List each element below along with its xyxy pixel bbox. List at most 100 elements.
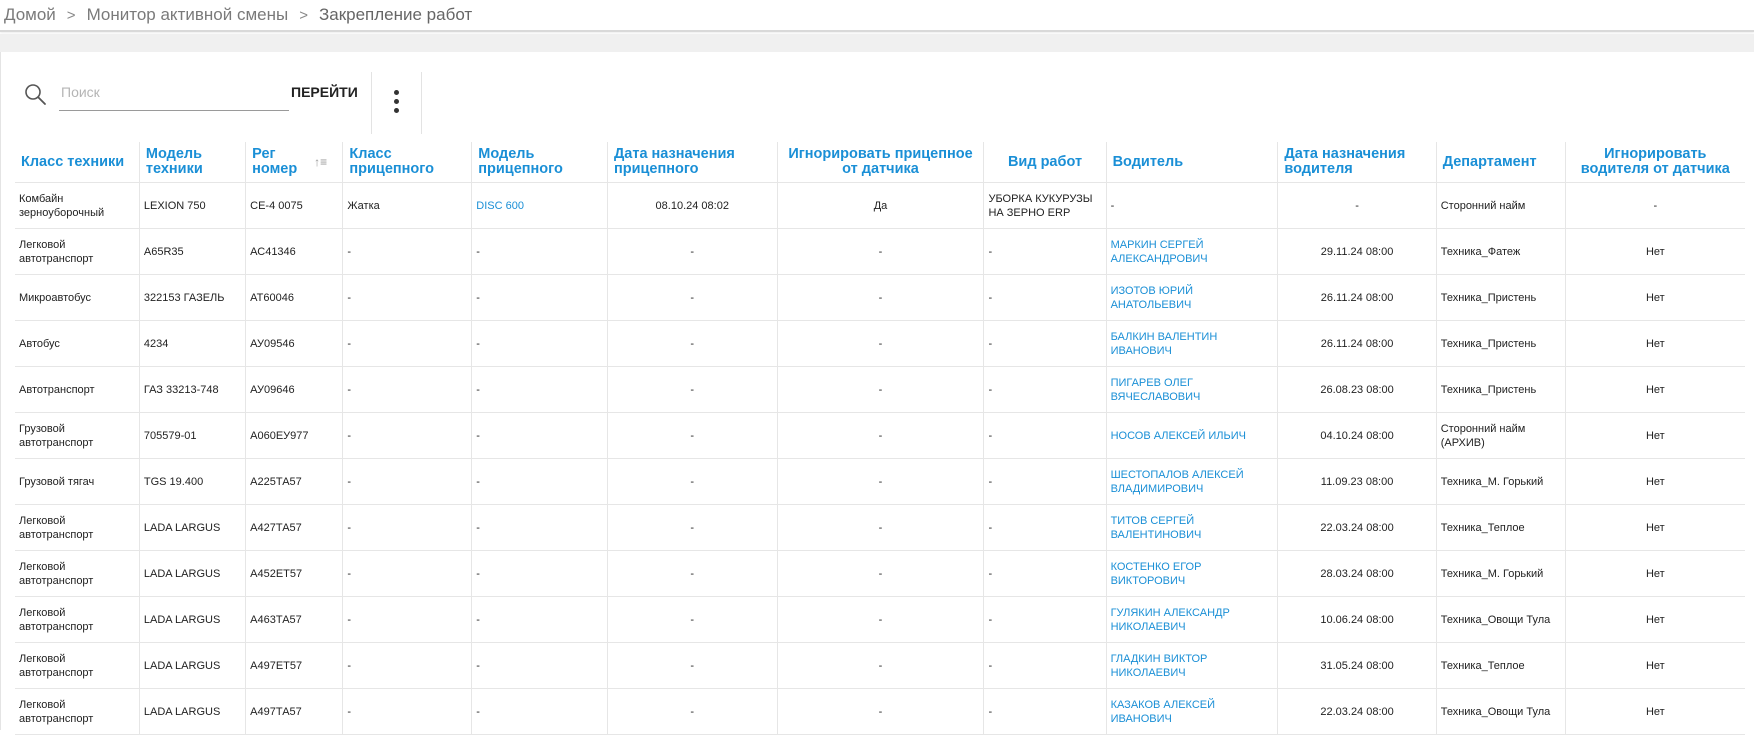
go-button[interactable]: ПЕРЕЙТИ [287, 82, 362, 102]
cell-ignore-driver: Нет [1564, 274, 1745, 321]
cell-equipment-model: 705579-01 [138, 412, 246, 459]
table-header-row: Класс техники Модель техники Рег номер ↑≡… [15, 142, 1745, 183]
column-header[interactable]: Вид работ [983, 142, 1107, 183]
cell-driver-link[interactable]: ШЕСТОПАЛОВ АЛЕКСЕЙ ВЛАДИМИРОВИЧ [1105, 458, 1278, 505]
cell-trailer-model: - [471, 550, 608, 597]
column-header[interactable]: Водитель [1105, 142, 1278, 183]
cell-equipment-model: ГАЗ 33213-748 [138, 366, 246, 413]
table-row[interactable]: Комбайн зерноуборочный LEXION 750 СЕ-4 007… [15, 182, 1745, 229]
cell-trailer-class: Жатка [342, 182, 472, 229]
column-header[interactable]: Модель прицепного [471, 142, 608, 183]
table-row[interactable]: Легковой автотранспорт LADA LARGUS А463ТА5… [15, 596, 1745, 643]
cell-work-type: - [983, 274, 1107, 321]
cell-reg-number: А225ТА57 [245, 458, 343, 505]
cell-work-type: - [983, 228, 1107, 275]
cell-department: Техника_М. Горький [1435, 550, 1566, 597]
cell-reg-number: АТ60046 [245, 274, 343, 321]
cell-work-type: - [983, 412, 1107, 459]
table-row[interactable]: Легковой автотранспорт A65R35 АС41346- - - - -… [15, 228, 1745, 275]
cell-driver-link[interactable]: КОСТЕНКО ЕГОР ВИКТОРОВИЧ [1105, 550, 1278, 597]
main-panel: ПЕРЕЙТИ Класс техники Модель техники Рег… [0, 52, 1754, 735]
cell-reg-number: А497ЕТ57 [245, 642, 343, 689]
table-row[interactable]: Легковой автотранспорт LADA LARGUS А497ТА5… [15, 688, 1745, 735]
table-row[interactable]: Легковой автотранспорт LADA LARGUS А497ЕТ5… [15, 642, 1745, 689]
cell-driver-date: 28.03.24 08:00 [1277, 550, 1437, 597]
table-row[interactable]: Легковой автотранспорт LADA LARGUS А427ТА5… [15, 504, 1745, 551]
cell-driver-link[interactable]: МАРКИН СЕРГЕЙ АЛЕКСАНДРОВИЧ [1105, 228, 1278, 275]
cell-reg-number: А060ЕУ977 [245, 412, 343, 459]
cell-equipment-model: LADA LARGUS [138, 642, 246, 689]
table-row[interactable]: Автобус 4234 АУ09546- - - - - БАЛКИН ВАЛЕНТИН И… [15, 320, 1745, 367]
cell-driver-link[interactable]: ПИГАРЕВ ОЛЕГ ВЯЧЕСЛАВОВИЧ [1105, 366, 1278, 413]
column-header[interactable]: Класс прицепного [342, 142, 472, 183]
cell-equipment-model: TGS 19.400 [138, 458, 246, 505]
table-row[interactable]: Микроавтобус 322153 ГАЗЕЛЬ АТ60046- - - - - ИЗО… [15, 274, 1745, 321]
search-icon[interactable] [23, 82, 47, 106]
cell-reg-number: АУ09546 [245, 320, 343, 367]
cell-reg-number: А463ТА57 [245, 596, 343, 643]
cell-department: Техника_Пристень [1435, 274, 1566, 321]
cell-ignore-trailer: - [776, 504, 984, 551]
cell-work-type: УБОРКА КУКУРУЗЫ НА ЗЕРНО ERP [983, 182, 1107, 229]
table-row[interactable]: Грузовой тягач TGS 19.400 А225ТА57- - - - - ШЕС… [15, 458, 1745, 505]
sort-ascending-icon[interactable]: ↑≡ [314, 155, 327, 170]
cell-reg-number: СЕ-4 0075 [245, 182, 343, 229]
cell-ignore-driver: Нет [1564, 412, 1745, 459]
cell-department: Сторонний найм (АРХИВ) [1435, 412, 1566, 459]
cell-driver-link[interactable]: НОСОВ АЛЕКСЕЙ ИЛЬИЧ [1105, 412, 1278, 459]
cell-equipment-class: Грузовой тягач [15, 458, 140, 505]
breadcrumb-separator-icon: > [66, 6, 76, 24]
cell-trailer-model-link[interactable]: DISC 600 [471, 182, 608, 229]
cell-driver-link[interactable]: БАЛКИН ВАЛЕНТИН ИВАНОВИЧ [1105, 320, 1278, 367]
column-header[interactable]: Класс техники [15, 142, 140, 183]
cell-trailer-model: - [471, 412, 608, 459]
cell-work-type: - [983, 642, 1107, 689]
column-header[interactable]: Модель техники [138, 142, 246, 183]
column-header[interactable]: Дата назначения водителя [1277, 142, 1437, 183]
cell-ignore-driver: Нет [1564, 366, 1745, 413]
table-body: Комбайн зерноуборочный LEXION 750 СЕ-4 007… [15, 182, 1745, 735]
cell-driver-link[interactable]: ГЛАДКИН ВИКТОР НИКОЛАЕВИЧ [1105, 642, 1278, 689]
table-row[interactable]: Легковой автотранспорт LADA LARGUS А452ЕТ5… [15, 550, 1745, 597]
breadcrumb-home-link[interactable]: Домой [4, 5, 56, 25]
cell-driver-date: 26.11.24 08:00 [1277, 274, 1437, 321]
cell-equipment-class: Грузовой автотранспорт [15, 412, 140, 459]
cell-driver-link[interactable]: ИЗОТОВ ЮРИЙ АНАТОЛЬЕВИЧ [1105, 274, 1278, 321]
cell-trailer-class: - [342, 228, 472, 275]
column-header[interactable]: Игнорировать водителя от датчика [1564, 142, 1745, 183]
cell-driver-link[interactable]: ТИТОВ СЕРГЕЙ ВАЛЕНТИНОВИЧ [1105, 504, 1278, 551]
cell-driver-link[interactable]: КАЗАКОВ АЛЕКСЕЙ ИВАНОВИЧ [1105, 688, 1278, 735]
table-row[interactable]: Автотранспорт ГАЗ 33213-748 АУ09646- - - - - ПИ… [15, 366, 1745, 413]
cell-driver-date: 26.08.23 08:00 [1277, 366, 1437, 413]
cell-equipment-class: Автобус [15, 320, 140, 367]
cell-trailer-date: - [606, 688, 778, 735]
cell-reg-number: А452ЕТ57 [245, 550, 343, 597]
cell-ignore-trailer: - [776, 688, 984, 735]
vertical-dots-icon[interactable] [386, 86, 406, 122]
cell-ignore-driver: Нет [1564, 320, 1745, 367]
cell-equipment-model: 322153 ГАЗЕЛЬ [138, 274, 246, 321]
cell-reg-number: АУ09646 [245, 366, 343, 413]
cell-trailer-date: - [606, 642, 778, 689]
cell-trailer-class: - [342, 596, 472, 643]
column-header[interactable]: Дата назначения прицепного [606, 142, 778, 183]
cell-reg-number: А497ТА57 [245, 688, 343, 735]
cell-ignore-driver: Нет [1564, 228, 1745, 275]
cell-driver-link[interactable]: ГУЛЯКИН АЛЕКСАНДР НИКОЛАЕВИЧ [1105, 596, 1278, 643]
column-header[interactable]: Департамент [1435, 142, 1566, 183]
cell-equipment-model: 4234 [138, 320, 246, 367]
cell-ignore-trailer: - [776, 228, 984, 275]
breadcrumb-shift-monitor-link[interactable]: Монитор активной смены [87, 5, 289, 25]
cell-department: Техника_Овощи Тула [1435, 596, 1566, 643]
cell-ignore-driver: Нет [1564, 458, 1745, 505]
cell-equipment-model: A65R35 [138, 228, 246, 275]
cell-trailer-date: - [606, 458, 778, 505]
column-header[interactable]: Игнорировать прицепное от датчика [776, 142, 984, 183]
column-header-sorted[interactable]: Рег номер ↑≡ [245, 142, 343, 183]
table-row[interactable]: Грузовой автотранспорт 705579-01 А060ЕУ977… [15, 412, 1745, 459]
cell-ignore-driver: - [1564, 182, 1745, 229]
cell-ignore-trailer: - [776, 366, 984, 413]
cell-reg-number: АС41346 [245, 228, 343, 275]
cell-work-type: - [983, 688, 1107, 735]
search-input[interactable] [59, 74, 289, 111]
